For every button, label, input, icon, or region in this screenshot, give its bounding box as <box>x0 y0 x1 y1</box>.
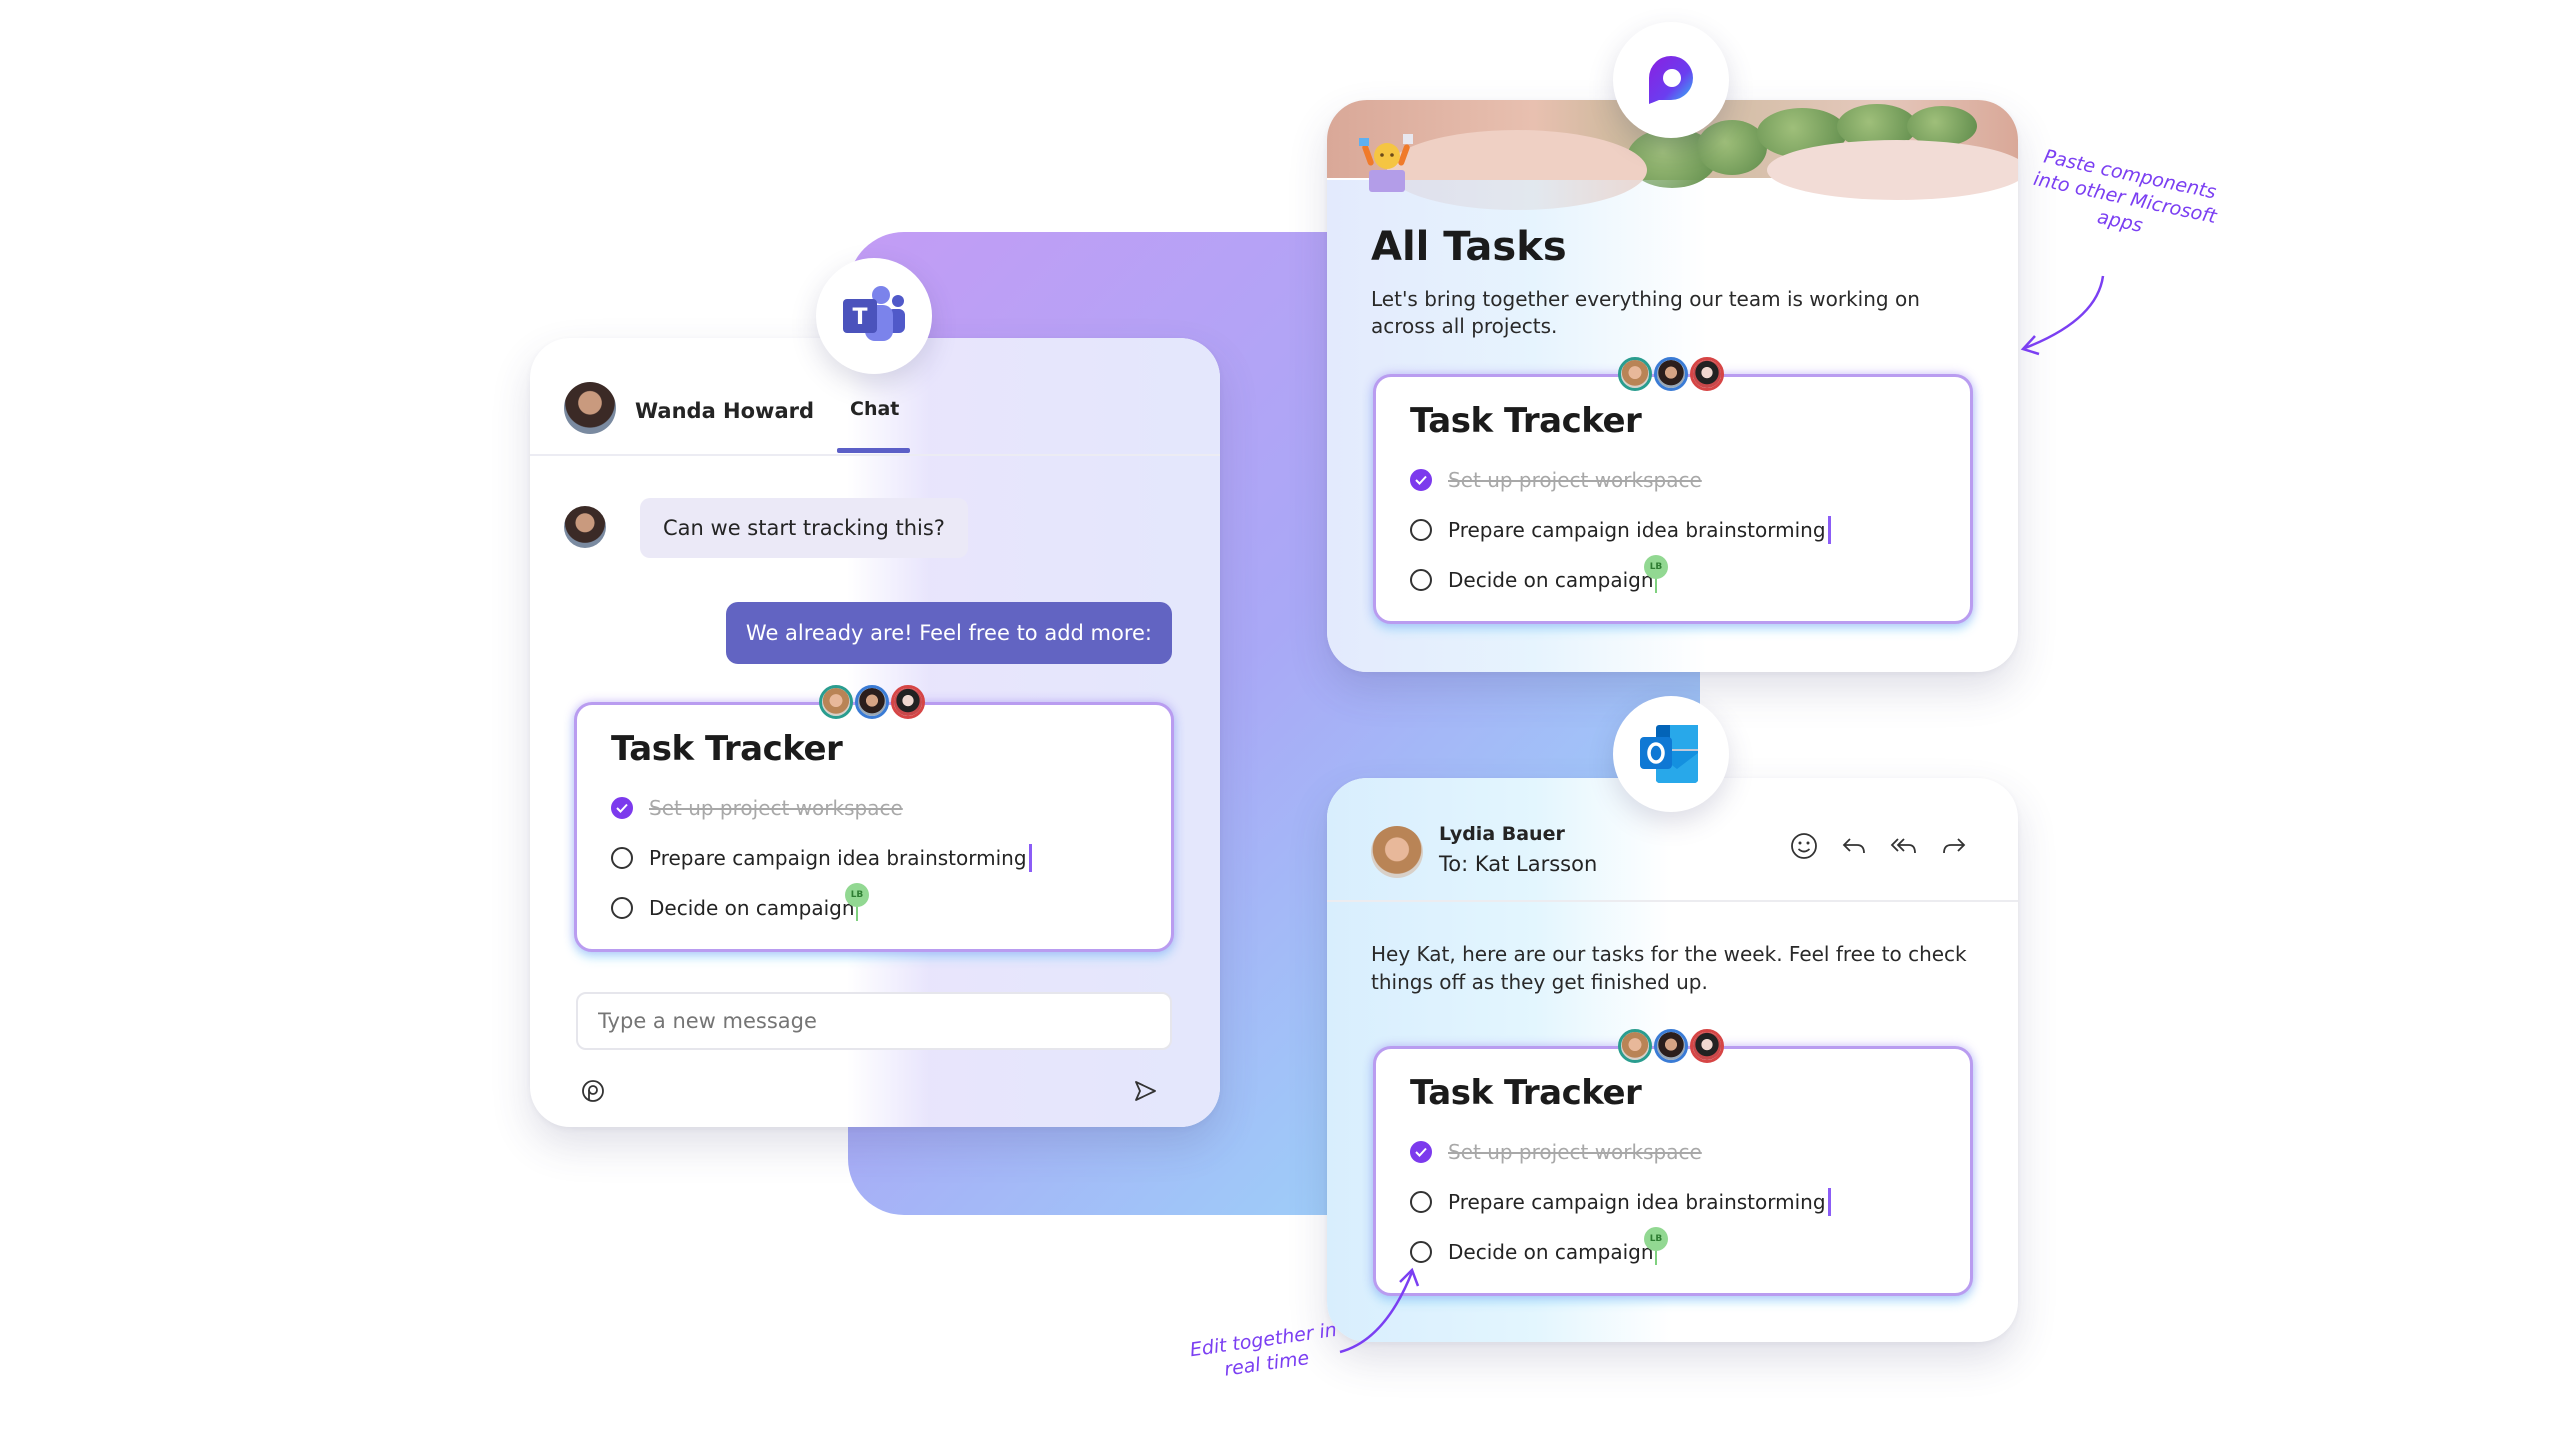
task-item[interactable]: Prepare campaign idea brainstorming <box>611 843 1032 873</box>
celebrating-person-icon <box>1355 130 1419 196</box>
message-input[interactable] <box>576 992 1172 1050</box>
task-label: Decide on campaign <box>1448 1240 1654 1264</box>
task-label: Decide on campaign <box>649 896 855 920</box>
task-label: Set up project workspace <box>1448 1140 1702 1164</box>
loop-page-card: All Tasks Let's bring together everythin… <box>1327 100 2018 672</box>
annotation-edit-together: Edit together in real time <box>1182 1317 1347 1387</box>
task-item[interactable]: Prepare campaign idea brainstorming <box>1410 1187 1831 1217</box>
collaborator-badge: LB <box>845 883 869 907</box>
task-item[interactable]: Decide on campaign <box>611 893 858 923</box>
svg-text:T: T <box>852 305 867 330</box>
mail-actions <box>1788 830 1970 862</box>
presence-avatar[interactable] <box>819 685 853 719</box>
checkbox-icon[interactable] <box>611 847 633 869</box>
presence-avatar[interactable] <box>855 685 889 719</box>
teams-app-badge: T <box>816 258 932 374</box>
checked-checkbox-icon[interactable] <box>1410 469 1432 491</box>
reply-all-icon[interactable] <box>1888 830 1920 862</box>
annotation-arrow-icon <box>1339 1267 1420 1354</box>
mail-body: Hey Kat, here are our tasks for the week… <box>1371 942 1967 994</box>
tracker-title: Task Tracker <box>1410 1073 1642 1113</box>
page-description: Let's bring together everything our team… <box>1371 287 1920 338</box>
presence-avatars <box>1618 1029 1724 1063</box>
checked-checkbox-icon[interactable] <box>1410 1141 1432 1163</box>
sender-name: Lydia Bauer <box>1439 823 1565 845</box>
task-item[interactable]: Decide on campaign <box>1410 1237 1657 1267</box>
checkbox-icon[interactable] <box>1410 1241 1432 1263</box>
avatar-lydia-bauer[interactable] <box>1371 826 1423 878</box>
annotation-paste-components: Paste components into other Microsoft ap… <box>2025 143 2226 253</box>
task-item[interactable]: Decide on campaign <box>1410 565 1657 595</box>
task-tracker-component[interactable]: Task Tracker Set up project workspace Pr… <box>1373 357 1973 624</box>
presence-avatar[interactable] <box>1654 1029 1688 1063</box>
reply-icon[interactable] <box>1838 830 1870 862</box>
task-label: Prepare campaign idea brainstorming <box>1448 1190 1826 1214</box>
tracker-title: Task Tracker <box>1410 401 1642 441</box>
task-label: Set up project workspace <box>649 796 903 820</box>
checkbox-icon[interactable] <box>1410 519 1432 541</box>
recipient-line: To: Kat Larsson <box>1439 852 1598 876</box>
text-cursor <box>1827 516 1831 544</box>
text-cursor <box>1028 844 1032 872</box>
text-cursor <box>1827 1188 1831 1216</box>
task-item[interactable]: Set up project workspace <box>1410 1137 1702 1167</box>
forward-icon[interactable] <box>1938 830 1970 862</box>
task-label: Prepare campaign idea brainstorming <box>1448 518 1826 542</box>
task-item[interactable]: Set up project workspace <box>1410 465 1702 495</box>
send-icon[interactable] <box>1132 1078 1158 1104</box>
outlook-mail-card: Lydia Bauer To: Kat Larsson Hey Kat, her… <box>1327 778 2018 1342</box>
outlook-app-badge <box>1613 696 1729 812</box>
task-label: Set up project workspace <box>1448 468 1702 492</box>
presence-avatar[interactable] <box>1690 357 1724 391</box>
avatar-wanda-howard[interactable] <box>564 382 616 434</box>
teams-chat-card: Wanda Howard Chat Can we start tracking … <box>530 338 1220 1127</box>
emoji-react-icon[interactable] <box>1788 830 1820 862</box>
checked-checkbox-icon[interactable] <box>611 797 633 819</box>
annotation-arrow-icon <box>2020 275 2105 356</box>
page-title: All Tasks <box>1371 224 1567 270</box>
presence-avatars <box>1618 357 1724 391</box>
checkbox-icon[interactable] <box>611 897 633 919</box>
checkbox-icon[interactable] <box>1410 1191 1432 1213</box>
task-item[interactable]: Prepare campaign idea brainstorming <box>1410 515 1831 545</box>
microsoft-teams-icon: T <box>843 286 905 341</box>
contact-name: Wanda Howard <box>635 399 815 423</box>
presence-avatar[interactable] <box>1618 357 1652 391</box>
collaborator-badge: LB <box>1644 555 1668 579</box>
microsoft-loop-icon <box>1649 56 1693 104</box>
active-tab-indicator <box>837 448 910 453</box>
collaborator-badge: LB <box>1644 1227 1668 1251</box>
tracker-title: Task Tracker <box>611 729 843 769</box>
message-avatar <box>564 506 606 548</box>
presence-avatar[interactable] <box>1654 357 1688 391</box>
task-item[interactable]: Set up project workspace <box>611 793 903 823</box>
presence-avatar[interactable] <box>891 685 925 719</box>
tab-chat[interactable]: Chat <box>850 398 899 420</box>
task-label: Decide on campaign <box>1448 568 1654 592</box>
presence-avatar[interactable] <box>1618 1029 1652 1063</box>
checkbox-icon[interactable] <box>1410 569 1432 591</box>
presence-avatar[interactable] <box>1690 1029 1724 1063</box>
microsoft-outlook-icon <box>1640 725 1698 783</box>
outgoing-message: We already are! Feel free to add more: <box>725 602 1172 664</box>
task-tracker-component[interactable]: Task Tracker Set up project workspace Pr… <box>574 685 1174 952</box>
task-tracker-component[interactable]: Task Tracker Set up project workspace Pr… <box>1373 1029 1973 1296</box>
presence-avatars <box>819 685 925 719</box>
task-label: Prepare campaign idea brainstorming <box>649 846 1027 870</box>
loop-component-icon[interactable] <box>580 1078 606 1104</box>
loop-app-badge <box>1613 22 1729 138</box>
incoming-message: Can we start tracking this? <box>640 498 968 558</box>
header-divider <box>1327 900 2018 902</box>
